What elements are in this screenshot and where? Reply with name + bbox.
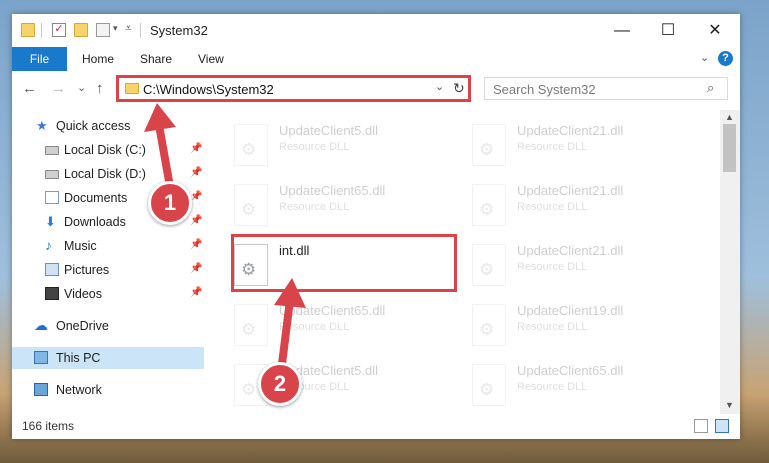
- step-1-badge: 1: [148, 181, 192, 225]
- annotation-arrows: [144, 103, 306, 373]
- arrow-1-head: [144, 103, 176, 132]
- arrow-2-head: [274, 278, 306, 308]
- step-2-badge: 2: [258, 362, 302, 406]
